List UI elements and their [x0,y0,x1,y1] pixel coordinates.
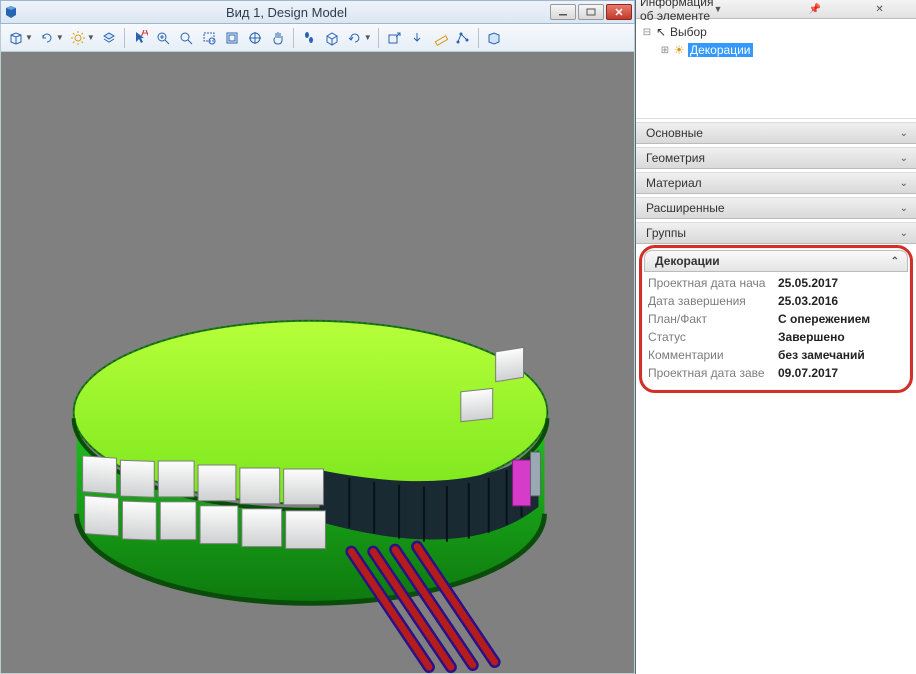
layers-icon[interactable] [98,27,120,49]
export-icon[interactable] [383,27,405,49]
window-title: Вид 1, Design Model [23,5,550,20]
zoom-window-icon[interactable] [198,27,220,49]
tree-child-label: Декорации [688,43,753,57]
collapse-icon[interactable]: ⊟ [640,27,654,38]
prop-row[interactable]: Проектная дата нача 25.05.2017 [648,274,904,292]
refresh-icon[interactable] [36,27,58,49]
info-panel-header[interactable]: Информация об элементе ▼ 📌 ✕ [636,0,916,19]
pin-icon[interactable]: 📌 [782,4,847,15]
prop-value: С опережением [778,312,870,326]
section-basic[interactable]: Основные ⌄ [636,122,916,144]
chevron-up-icon: ⌃ [891,256,899,267]
minimize-button[interactable] [550,4,576,20]
section-material[interactable]: Материал ⌄ [636,172,916,194]
prop-row[interactable]: Проектная дата заве 09.07.2017 [648,364,904,382]
expand-icon[interactable]: ⊞ [658,45,672,56]
prop-value: 09.07.2017 [778,366,838,380]
property-sections: Основные ⌄ Геометрия ⌄ Материал ⌄ Расшир… [636,119,916,393]
prop-value: 25.05.2017 [778,276,838,290]
zoom-in-icon[interactable] [152,27,174,49]
chevron-down-icon: ⌄ [900,228,908,239]
chevron-down-icon[interactable]: ▼ [87,33,95,42]
view-cube-icon[interactable] [321,27,343,49]
section-extended-label: Расширенные [646,201,725,215]
prop-key: Проектная дата нача [648,276,778,290]
prop-row[interactable]: Дата завершения 25.03.2016 [648,292,904,310]
target-icon[interactable] [244,27,266,49]
arrow-down-icon[interactable] [406,27,428,49]
section-decor[interactable]: Декорации ⌃ [644,250,908,272]
prop-value: без замечаний [778,348,865,362]
cube-icon[interactable] [5,27,27,49]
cycle-icon[interactable] [344,27,366,49]
section-geometry[interactable]: Геометрия ⌄ [636,147,916,169]
walk-icon[interactable] [298,27,320,49]
separator [293,28,294,48]
chevron-down-icon: ⌄ [900,153,908,164]
box-3d-icon[interactable] [483,27,505,49]
prop-key: План/Факт [648,312,778,326]
prop-value: Завершено [778,330,845,344]
model-render [1,52,634,673]
separator [124,28,125,48]
zoom-fit-icon[interactable] [175,27,197,49]
tree-child-row[interactable]: ⊞ ☀ Декорации [640,41,912,59]
tree-root-label: Выбор [670,25,707,39]
titlebar: Вид 1, Design Model [0,0,635,24]
section-extended[interactable]: Расширенные ⌄ [636,197,916,219]
close-button[interactable] [606,4,632,20]
section-geometry-label: Геометрия [646,151,705,165]
info-panel: Информация об элементе ▼ 📌 ✕ ⊟ ↖ Выбор ⊞… [636,0,916,674]
chevron-down-icon[interactable]: ▼ [364,33,372,42]
chevron-down-icon[interactable]: ▼ [25,33,33,42]
maximize-button[interactable] [578,4,604,20]
decor-properties: Проектная дата нача 25.05.2017 Дата заве… [642,272,910,384]
section-material-label: Материал [646,176,702,190]
tree-root-row[interactable]: ⊟ ↖ Выбор [640,23,912,41]
cursor-tool-icon[interactable]: A [129,27,151,49]
pan-icon[interactable] [267,27,289,49]
frame-icon[interactable] [221,27,243,49]
prop-key: Статус [648,330,778,344]
section-basic-label: Основные [646,126,703,140]
prop-value: 25.03.2016 [778,294,838,308]
svg-text:A: A [141,30,148,39]
prop-key: Комментарии [648,348,778,362]
prop-key: Дата завершения [648,294,778,308]
chevron-down-icon: ⌄ [900,178,908,189]
toolbar: ▼ ▼ ▼ A ▼ [0,24,635,52]
main-pane: Вид 1, Design Model ▼ ▼ ▼ A ▼ [0,0,636,674]
viewport-3d[interactable] [0,52,635,674]
prop-row[interactable]: Статус Завершено [648,328,904,346]
close-icon[interactable]: ✕ [847,4,912,15]
chevron-down-icon: ⌄ [900,128,908,139]
section-decor-label: Декорации [655,254,720,268]
measure-icon[interactable] [452,27,474,49]
highlighted-section: Декорации ⌃ Проектная дата нача 25.05.20… [639,245,913,393]
sun-small-icon: ☀ [672,43,686,57]
selection-tree[interactable]: ⊟ ↖ Выбор ⊞ ☀ Декорации [636,19,916,119]
sun-icon[interactable] [67,27,89,49]
separator [478,28,479,48]
section-groups-label: Группы [646,226,686,240]
cursor-icon: ↖ [654,25,668,39]
separator [378,28,379,48]
chevron-down-icon: ⌄ [900,203,908,214]
section-groups[interactable]: Группы ⌄ [636,222,916,244]
chevron-down-icon[interactable]: ▼ [713,4,778,14]
chevron-down-icon[interactable]: ▼ [56,33,64,42]
app-icon [3,4,19,20]
prop-row[interactable]: План/Факт С опережением [648,310,904,328]
ruler-icon[interactable] [429,27,451,49]
prop-row[interactable]: Комментарии без замечаний [648,346,904,364]
prop-key: Проектная дата заве [648,366,778,380]
window-buttons [550,4,632,20]
